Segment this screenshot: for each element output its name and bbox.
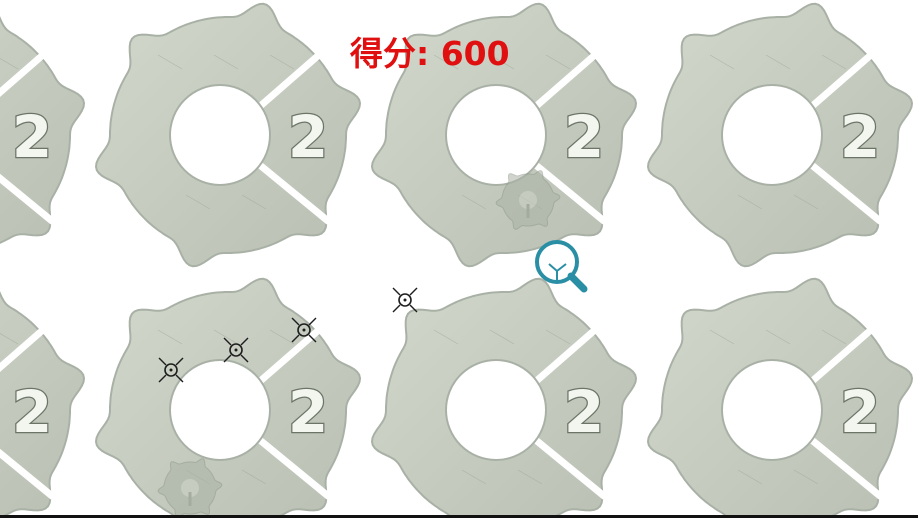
tile-number: 2 [288,378,328,446]
score-value: 600 [440,34,510,73]
score-display: 得分: 600 [350,32,510,76]
tile-number: 2 [288,103,328,171]
game-board: 2 2 2 2 2 2 2 2 [0,2,914,518]
score-label: 得分: [350,34,430,73]
tile-number: 2 [564,378,604,446]
gear-hole [445,359,547,461]
gear-tile-r1-c0[interactable]: 2 [0,4,86,266]
gear-hole [169,359,271,461]
gear-hole [445,84,547,186]
gear-hole [721,84,823,186]
tile-number: 2 [564,103,604,171]
target-marker-1[interactable] [392,287,418,313]
tile-number: 2 [840,103,880,171]
gear-hole [169,84,271,186]
gear-tile-r2-c0[interactable]: 2 [0,279,86,518]
gear-tile-r2-c1[interactable]: 2 [94,277,362,518]
gear-tile-r2-c3[interactable]: 2 [646,277,914,518]
gear-hole [721,359,823,461]
tile-number: 2 [840,378,880,446]
gear-tile-r1-c3[interactable]: 2 [646,2,914,268]
tile-number: 2 [12,378,52,446]
gear-tile-r2-c2[interactable]: 2 [370,277,638,518]
gear-tile-r1-c1[interactable]: 2 [94,2,362,268]
tile-number: 2 [12,103,52,171]
